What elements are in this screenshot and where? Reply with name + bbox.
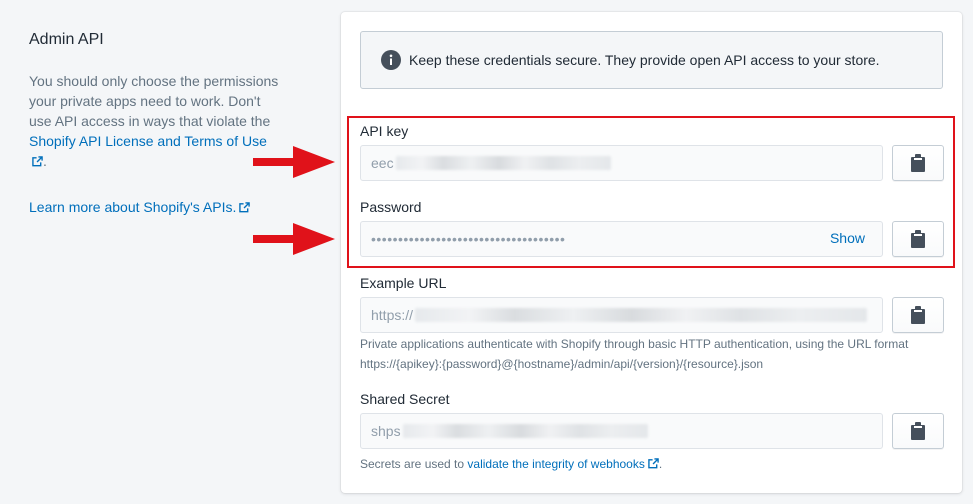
learn-more-link[interactable]: Learn more about Shopify's APIs. [29, 199, 251, 215]
copy-api-key-button[interactable] [892, 145, 944, 181]
clipboard-icon [911, 154, 925, 172]
validate-webhooks-link[interactable]: validate the integrity of webhooks [467, 457, 659, 471]
credentials-card: Keep these credentials secure. They prov… [341, 12, 962, 493]
clipboard-icon [911, 422, 925, 440]
copy-example-url-button[interactable] [892, 297, 944, 333]
description-body: You should only choose the permissions y… [29, 73, 279, 129]
copy-shared-secret-button[interactable] [892, 413, 944, 449]
password-field[interactable]: •••••••••••••••••••••••••••••••••••• Sho… [360, 221, 883, 257]
external-link-icon [648, 458, 659, 469]
clipboard-icon [911, 306, 925, 324]
password-label: Password [360, 199, 422, 215]
section-description: Admin API You should only choose the per… [29, 28, 279, 217]
clipboard-icon [911, 230, 925, 248]
arrow-api-key [253, 146, 335, 178]
arrow-password [253, 223, 335, 255]
info-icon [381, 50, 401, 70]
external-link-icon [32, 156, 43, 167]
banner-text: Keep these credentials secure. They prov… [409, 52, 880, 68]
external-link-icon [239, 202, 251, 213]
license-link[interactable]: Shopify API License and Terms of Use [29, 133, 267, 169]
shared-secret-help: Secrets are used to validate the integri… [360, 457, 663, 471]
show-password-link[interactable]: Show [830, 230, 865, 246]
example-url-help-line2: https://{apikey}:{password}@{hostname}/a… [360, 357, 764, 371]
password-value: •••••••••••••••••••••••••••••••••••• [371, 231, 566, 247]
example-url-help-line1: Private applications authenticate with S… [360, 337, 909, 351]
section-description-text: You should only choose the permissions y… [29, 73, 279, 169]
security-banner: Keep these credentials secure. They prov… [360, 31, 943, 89]
example-url-field[interactable]: https:// [360, 297, 883, 333]
section-title: Admin API [29, 31, 104, 48]
example-url-label: Example URL [360, 275, 447, 291]
shared-secret-field[interactable]: shps [360, 413, 883, 449]
api-key-label: API key [360, 123, 409, 139]
api-key-field[interactable]: eec [360, 145, 883, 181]
shared-secret-label: Shared Secret [360, 391, 450, 407]
copy-password-button[interactable] [892, 221, 944, 257]
